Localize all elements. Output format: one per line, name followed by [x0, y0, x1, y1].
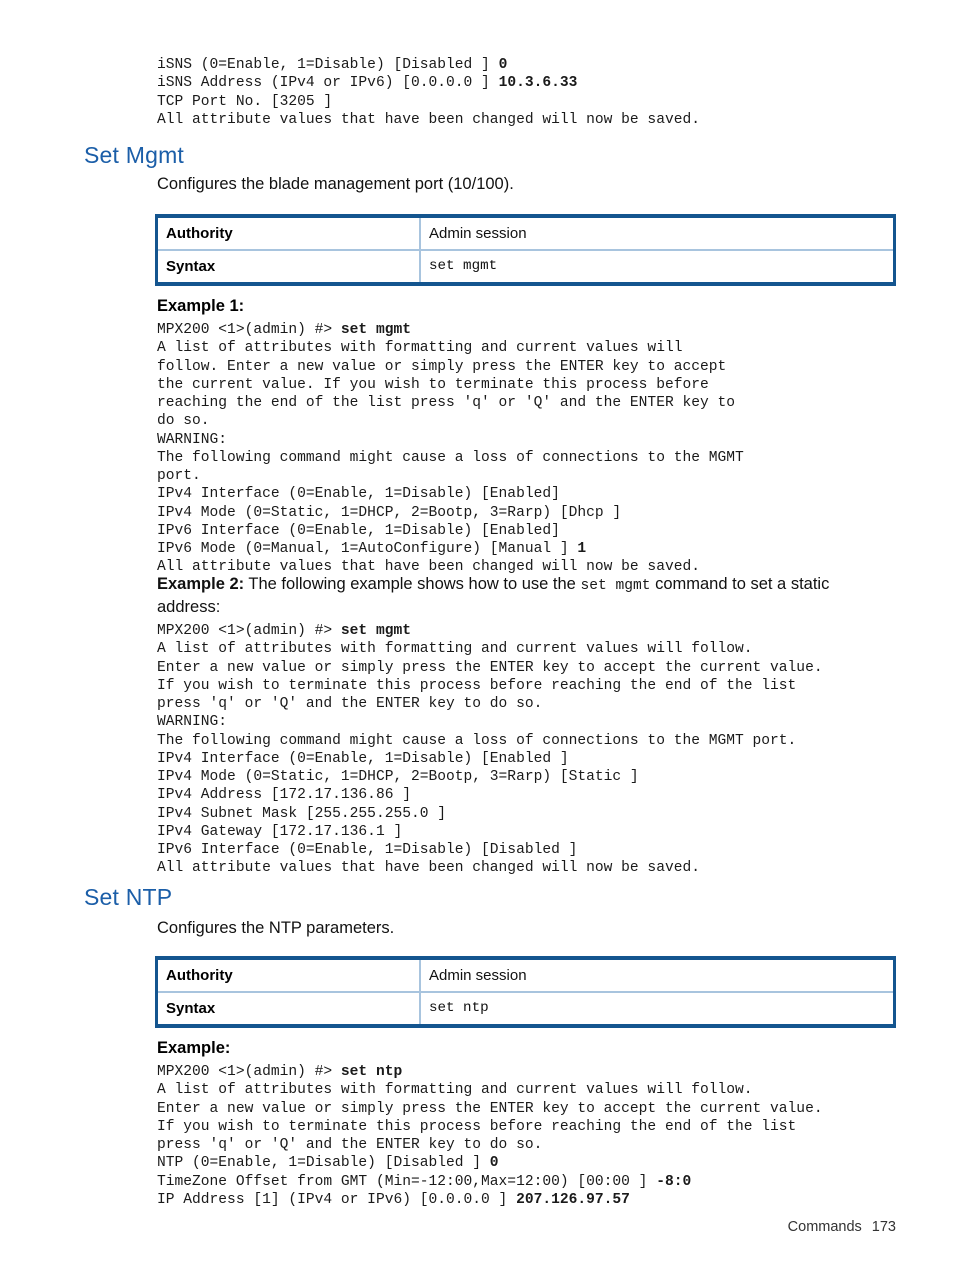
table-cell-authority-label: Authority: [156, 958, 421, 992]
spec-table-set-mgmt-wrapper: Authority Admin session Syntax set mgmt: [155, 214, 896, 286]
example-ntp-console-text: MPX200 <1>(admin) #> set ntp A list of a…: [157, 1064, 823, 1208]
table-row: Syntax set mgmt: [156, 249, 895, 284]
example-2-console-block: MPX200 <1>(admin) #> set mgmt A list of …: [157, 622, 917, 878]
example-2-intro-before: The following example shows how to use t…: [244, 575, 581, 593]
spec-table-set-ntp-wrapper: Authority Admin session Syntax set ntp: [155, 956, 896, 1028]
example-2-console-text: MPX200 <1>(admin) #> set mgmt A list of …: [157, 623, 823, 877]
table-cell-syntax-value: set mgmt: [420, 249, 895, 284]
table-cell-syntax-label: Syntax: [156, 991, 421, 1026]
footer-page-number: 173: [871, 1219, 896, 1235]
section-heading-set-ntp: Set NTP: [84, 884, 173, 910]
table-cell-syntax-value: set ntp: [420, 991, 895, 1026]
document-page: iSNS (0=Enable, 1=Disable) [Disabled ] 0…: [0, 0, 954, 1271]
example-2-inline-command: set mgmt: [580, 578, 651, 594]
spec-table-set-mgmt: Authority Admin session Syntax set mgmt: [155, 214, 896, 286]
footer-chapter: Commands: [787, 1219, 862, 1235]
page-footer: Commands 173: [788, 1219, 896, 1235]
example-label-ntp: Example:: [157, 1039, 231, 1057]
example-label-1: Example 1:: [157, 297, 245, 315]
table-row: Authority Admin session: [156, 958, 895, 992]
spec-table-set-ntp: Authority Admin session Syntax set ntp: [155, 956, 896, 1028]
section-heading-set-mgmt: Set Mgmt: [84, 142, 185, 168]
example-1-console-block: MPX200 <1>(admin) #> set mgmt A list of …: [157, 321, 897, 577]
table-cell-authority-value: Admin session: [429, 224, 527, 242]
table-cell-authority-value: Admin session: [429, 966, 527, 984]
example-ntp-console-block: MPX200 <1>(admin) #> set ntp A list of a…: [157, 1063, 917, 1209]
table-row: Syntax set ntp: [156, 991, 895, 1026]
example-2-intro: Example 2: The following example shows h…: [157, 574, 869, 618]
footer-separator: [862, 1219, 872, 1235]
example-1-console-text: MPX200 <1>(admin) #> set mgmt A list of …: [157, 322, 744, 576]
section-description-set-mgmt: Configures the blade management port (10…: [157, 175, 514, 193]
section-description-set-ntp: Configures the NTP parameters.: [157, 919, 395, 937]
example-label-2: Example 2:: [157, 575, 245, 593]
table-row: Authority Admin session: [156, 216, 895, 250]
top-console-block: iSNS (0=Enable, 1=Disable) [Disabled ] 0…: [157, 56, 897, 129]
table-cell-authority-label: Authority: [156, 216, 421, 250]
top-console-text: iSNS (0=Enable, 1=Disable) [Disabled ] 0…: [157, 57, 700, 128]
table-cell-syntax-label: Syntax: [156, 249, 421, 284]
